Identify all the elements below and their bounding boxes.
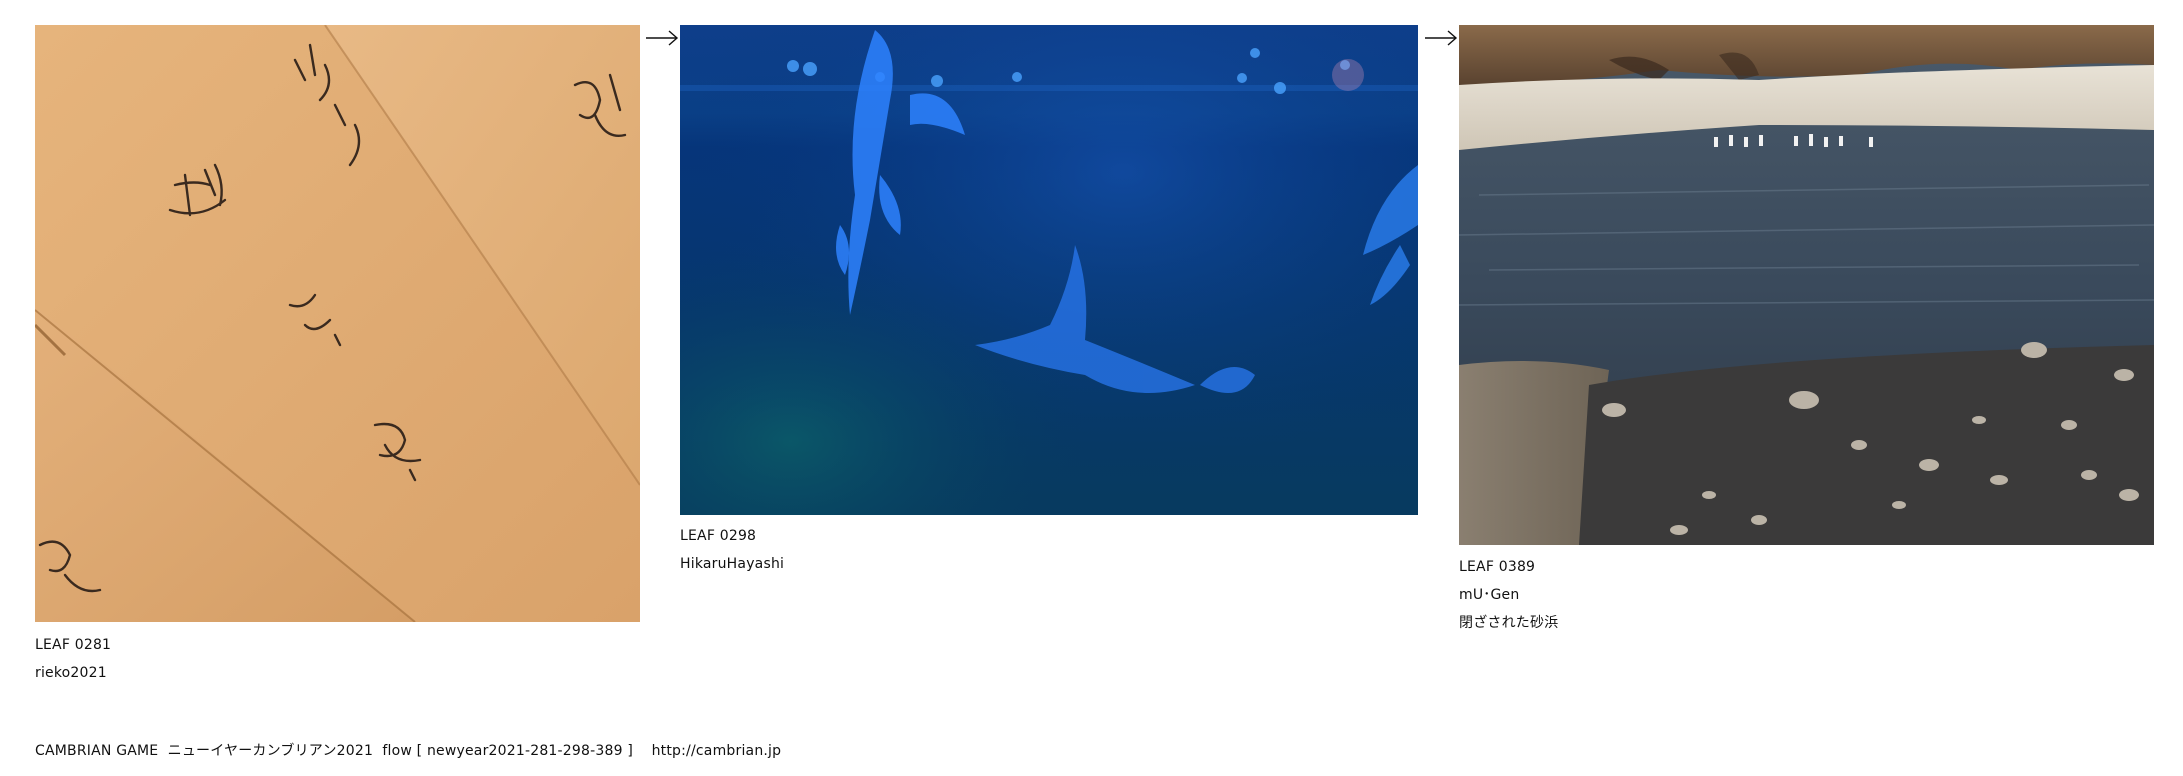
leaf-id[interactable]: LEAF 0298 [680, 522, 1418, 550]
leaf-title[interactable]: 閉ざされた砂浜 [1459, 609, 2154, 637]
leaf-card-0281[interactable]: LEAF 0281 rieko2021 [35, 25, 640, 687]
leaf-card-0298[interactable]: LEAF 0298 HikaruHayashi [680, 25, 1418, 578]
right-arrow-icon [646, 30, 679, 46]
leaf-caption: LEAF 0281 rieko2021 [35, 631, 640, 687]
kraft-envelopes-photo[interactable] [35, 25, 640, 622]
right-arrow-icon [1425, 30, 1458, 46]
leaf-id[interactable]: LEAF 0389 [1459, 553, 2154, 581]
leaf-author[interactable]: mU･Gen [1459, 581, 2154, 609]
leaf-caption: LEAF 0389 mU･Gen 閉ざされた砂浜 [1459, 553, 2154, 637]
leaf-author[interactable]: rieko2021 [35, 659, 640, 687]
leaf-card-0389[interactable]: LEAF 0389 mU･Gen 閉ざされた砂浜 [1459, 25, 2154, 637]
leaf-id[interactable]: LEAF 0281 [35, 631, 640, 659]
river-beach-photo[interactable] [1459, 25, 2154, 545]
leaf-author[interactable]: HikaruHayashi [680, 550, 1418, 578]
flow-footer[interactable]: CAMBRIAN GAME ニューイヤーカンブリアン2021 flow [ ne… [35, 740, 781, 760]
leaf-caption: LEAF 0298 HikaruHayashi [680, 522, 1418, 578]
flow-page: LEAF 0281 rieko2021 LEAF 0298 HikaruHaya… [0, 0, 2183, 776]
aquarium-fish-photo[interactable] [680, 25, 1418, 515]
